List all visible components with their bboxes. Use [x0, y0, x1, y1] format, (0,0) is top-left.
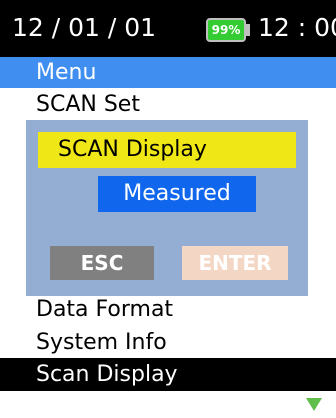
dialog-title-text: SCAN Display — [58, 137, 207, 162]
menu-header: Menu — [0, 57, 336, 88]
battery-tip — [246, 24, 250, 36]
time-display: 12 : 00 — [258, 13, 336, 42]
menu-item-scan-set[interactable]: SCAN Set — [0, 88, 336, 121]
menu-item-label: System Info — [36, 330, 167, 355]
battery-percent: 99% — [211, 23, 241, 37]
esc-button[interactable]: ESC — [50, 246, 154, 280]
menu-item-label: Scan Display — [36, 362, 178, 387]
menu-item-scan-display[interactable]: Scan Display — [0, 358, 336, 391]
scan-display-dialog: SCAN Display Measured ESC ENTER — [26, 120, 308, 296]
scroll-down-icon — [306, 398, 322, 411]
menu-item-data-format[interactable]: Data Format — [0, 293, 336, 326]
menu-item-label: SCAN Set — [36, 92, 140, 117]
menu-item-system-info[interactable]: System Info — [0, 326, 336, 359]
enter-button[interactable]: ENTER — [182, 246, 288, 280]
menu-title: Menu — [36, 60, 97, 85]
battery-icon: 99% — [206, 18, 246, 42]
scan-display-value-selector[interactable]: Measured — [98, 176, 256, 212]
status-bar: 12 / 01 / 01 99% 12 : 00 — [0, 0, 336, 57]
menu-item-label: Data Format — [36, 297, 174, 322]
dialog-title: SCAN Display — [38, 132, 296, 168]
date-display: 12 / 01 / 01 — [12, 13, 157, 42]
